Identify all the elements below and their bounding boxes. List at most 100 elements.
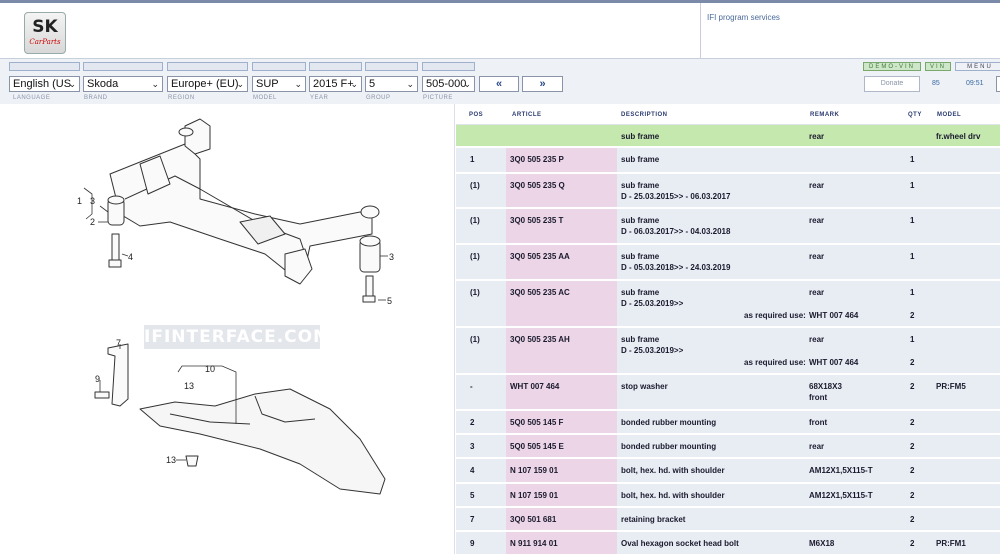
picture-label: PICTURE — [423, 95, 453, 101]
table-row[interactable]: (1) 3Q0 505 235 T sub frame D - 06.03.2017>… — [456, 209, 1000, 245]
article-cell[interactable]: 3Q0 501 681 — [510, 514, 556, 526]
table-row[interactable]: 9 N 911 914 01 Oval hexagon socket head bo… — [456, 532, 1000, 554]
pos-cell: 4 — [470, 466, 475, 475]
ifi-services-link[interactable]: IFI program services — [707, 13, 780, 22]
table-row[interactable]: 4 N 107 159 01 bolt, hex. hd. with shoulde… — [456, 459, 1000, 484]
chevron-down-icon: ⌄ — [68, 79, 76, 89]
qty-cell: 2 — [910, 382, 915, 391]
table-row[interactable]: sub frame rear fr.wheel drv — [456, 125, 1000, 148]
qty-cell: 1 — [910, 216, 915, 225]
callout-4: 4 — [128, 252, 133, 262]
callout-13b: 13 — [166, 455, 176, 465]
qty-detail-cell: 2 — [910, 358, 915, 367]
parts-table: POS ARTICLE DESCRIPTION REMARK QTY MODEL… — [456, 104, 1000, 554]
callout-2: 2 — [90, 217, 95, 227]
previous-picture-button[interactable]: « — [479, 76, 519, 92]
table-row[interactable]: (1) 3Q0 505 235 AH sub frame D - 25.03.2019… — [456, 328, 1000, 375]
ifi-services-panel: IFI program services — [700, 3, 1000, 61]
app-logo[interactable]: SK CarParts — [24, 12, 66, 54]
language-select[interactable]: English (US ⌄ — [9, 76, 80, 92]
table-header: POS ARTICLE DESCRIPTION REMARK QTY MODEL — [456, 104, 1000, 125]
brand-select[interactable]: Skoda ⌄ — [83, 76, 163, 92]
table-row[interactable]: (1) 3Q0 505 235 Q sub frame D - 25.03.2015>… — [456, 174, 1000, 209]
donate-button[interactable]: Donate — [864, 76, 920, 92]
toolbar-blank-button-1[interactable] — [9, 62, 80, 71]
demo-vin-button[interactable]: DEMO-VIN — [863, 62, 921, 71]
toolbar-blank-button-2[interactable] — [83, 62, 163, 71]
remark-cell: rear — [809, 288, 825, 297]
pos-cell: (1) — [470, 216, 480, 225]
toolbar-blank-button-7[interactable] — [422, 62, 475, 71]
description-detail-cell: D - 25.03.2015>> - 06.03.2017 — [621, 192, 731, 201]
extra-field[interactable] — [996, 76, 1000, 92]
qty-detail-cell: 2 — [910, 311, 915, 320]
pos-cell: 3 — [470, 442, 475, 451]
header-pos: POS — [469, 112, 484, 118]
group-select-value: 5 — [369, 78, 376, 90]
qty-cell: 2 — [910, 418, 915, 427]
article-cell[interactable]: 3Q0 505 235 Q — [510, 180, 565, 192]
description-detail-cell: D - 25.03.2019>> — [621, 346, 684, 355]
description-cell: sub frame — [621, 288, 660, 297]
pos-cell: 1 — [470, 155, 475, 164]
article-cell[interactable]: 3Q0 505 235 P — [510, 154, 564, 166]
app-window: SK CarParts IFI program services DEMO-VI… — [0, 0, 1000, 554]
region-select-value: Europe+ (EU) — [171, 78, 239, 90]
article-cell[interactable]: 5Q0 505 145 F — [510, 417, 563, 429]
required-article-cell: WHT 007 464 — [809, 358, 859, 367]
year-select-value: 2015 F+ — [313, 78, 354, 90]
brand-select-value: Skoda — [87, 78, 119, 90]
model-select[interactable]: SUP ⌄ — [252, 76, 306, 92]
article-cell[interactable]: N 107 159 01 — [510, 465, 558, 477]
article-cell[interactable]: 5Q0 505 145 E — [510, 441, 564, 453]
pos-cell: 2 — [470, 418, 475, 427]
description-cell: sub frame — [621, 335, 660, 344]
pos-cell: (1) — [470, 181, 480, 190]
table-row[interactable]: 2 5Q0 505 145 F bonded rubber mounting fron… — [456, 411, 1000, 435]
group-select[interactable]: 5 ⌄ — [365, 76, 418, 92]
table-row[interactable]: 3 5Q0 505 145 E bonded rubber mounting rear… — [456, 435, 1000, 459]
table-row[interactable]: (1) 3Q0 505 235 AC sub frame D - 25.03.2019… — [456, 281, 1000, 328]
table-row[interactable]: - WHT 007 464 stop washer 68X18X3 front 2 PR:F… — [456, 375, 1000, 411]
article-cell[interactable]: WHT 007 464 — [510, 381, 559, 393]
remark-cell: rear — [809, 216, 825, 225]
remark-detail-cell: front — [809, 393, 828, 402]
toolbar-blank-button-5[interactable] — [309, 62, 362, 71]
article-cell[interactable]: 3Q0 505 235 T — [510, 215, 563, 227]
model-cell: fr.wheel drv — [936, 132, 981, 141]
region-select[interactable]: Europe+ (EU) ⌄ — [167, 76, 248, 92]
brand-label: BRAND — [84, 95, 108, 101]
selector-toolbar: DEMO-VIN VIN MENU English (US ⌄ Skoda ⌄ … — [0, 58, 1000, 104]
menu-button[interactable]: MENU — [955, 62, 1000, 71]
qty-cell: 1 — [910, 252, 915, 261]
year-select[interactable]: 2015 F+ ⌄ — [309, 76, 362, 92]
description-cell: retaining bracket — [621, 515, 686, 524]
group-label: GROUP — [366, 95, 391, 101]
remark-cell: rear — [809, 252, 825, 261]
next-picture-button[interactable]: » — [522, 76, 563, 92]
qty-cell: 1 — [910, 155, 915, 164]
table-row[interactable]: 5 N 107 159 01 bolt, hex. hd. with shoulde… — [456, 484, 1000, 508]
toolbar-blank-button-6[interactable] — [365, 62, 418, 71]
picture-select[interactable]: 505-000 ⌄ — [422, 76, 475, 92]
remark-cell: rear — [809, 132, 825, 141]
table-row[interactable]: 7 3Q0 501 681 retaining bracket 2 — [456, 508, 1000, 532]
callout-9: 9 — [95, 374, 100, 384]
article-cell[interactable]: 3Q0 505 235 AA — [510, 251, 570, 263]
table-row[interactable]: 1 3Q0 505 235 P sub frame 1 — [456, 148, 1000, 174]
remark-cell: AM12X1,5X115-T — [809, 466, 873, 475]
toolbar-blank-button-4[interactable] — [252, 62, 306, 71]
table-row[interactable]: (1) 3Q0 505 235 AA sub frame D - 05.03.2018… — [456, 245, 1000, 281]
header-description: DESCRIPTION — [621, 112, 668, 118]
toolbar-blank-button-3[interactable] — [167, 62, 248, 71]
vin-button[interactable]: VIN — [925, 62, 951, 71]
rubber-mount-3 — [359, 235, 381, 273]
article-cell[interactable]: N 911 914 01 — [510, 538, 558, 550]
qty-cell: 1 — [910, 335, 915, 344]
article-cell[interactable]: 3Q0 505 235 AC — [510, 287, 570, 299]
underbody-cover-drawing — [139, 388, 386, 495]
clock-value: 09:51 — [966, 80, 984, 87]
article-cell[interactable]: 3Q0 505 235 AH — [510, 334, 570, 346]
article-cell[interactable]: N 107 159 01 — [510, 490, 558, 502]
header-model: MODEL — [937, 112, 962, 118]
